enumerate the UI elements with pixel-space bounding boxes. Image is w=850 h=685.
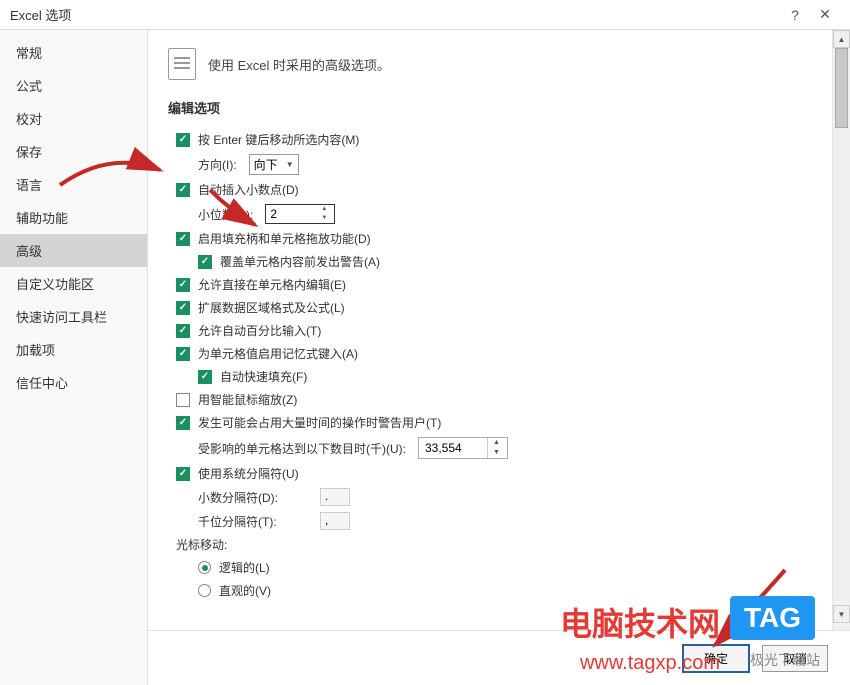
label-system-separators: 使用系统分隔符(U) bbox=[198, 465, 299, 482]
label-overwrite-warning: 覆盖单元格内容前发出警告(A) bbox=[220, 253, 380, 270]
ok-button[interactable]: 确定 bbox=[682, 644, 750, 673]
dropdown-direction[interactable]: 向下 ▼ bbox=[249, 154, 299, 175]
spinner-down-icon[interactable]: ▼ bbox=[316, 214, 332, 223]
sidebar-item-formulas[interactable]: 公式 bbox=[0, 69, 147, 102]
label-cursor-movement: 光标移动: bbox=[176, 536, 227, 553]
sidebar-item-customize-ribbon[interactable]: 自定义功能区 bbox=[0, 267, 147, 300]
checkbox-overwrite-warning[interactable] bbox=[198, 255, 212, 269]
window-title: Excel 选项 bbox=[10, 5, 780, 24]
sidebar-item-quick-access[interactable]: 快速访问工具栏 bbox=[0, 300, 147, 333]
radio-visual[interactable] bbox=[198, 584, 211, 597]
label-autocomplete: 为单元格值启用记忆式键入(A) bbox=[198, 345, 358, 362]
checkbox-extend-range[interactable] bbox=[176, 301, 190, 315]
label-auto-decimal: 自动插入小数点(D) bbox=[198, 181, 299, 198]
section-title-editing: 编辑选项 bbox=[168, 98, 804, 117]
checkbox-auto-percent[interactable] bbox=[176, 324, 190, 338]
label-extend-range: 扩展数据区域格式及公式(L) bbox=[198, 299, 345, 316]
cancel-button[interactable]: 取消 bbox=[762, 645, 828, 672]
checkbox-autocomplete[interactable] bbox=[176, 347, 190, 361]
label-fill-handle: 启用填充柄和单元格拖放功能(D) bbox=[198, 230, 371, 247]
chevron-down-icon: ▼ bbox=[286, 160, 294, 169]
label-affected-cells: 受影响的单元格达到以下数目时(千)(U): bbox=[198, 440, 406, 457]
checkbox-auto-decimal[interactable] bbox=[176, 183, 190, 197]
scroll-thumb[interactable] bbox=[835, 48, 848, 128]
label-edit-in-cell: 允许直接在单元格内编辑(E) bbox=[198, 276, 346, 293]
spinner-decimal-places[interactable]: ▲ ▼ bbox=[265, 204, 335, 224]
label-thousand-sep: 千位分隔符(T): bbox=[198, 513, 308, 530]
spinner-affected-cells[interactable]: ▲ ▼ bbox=[418, 437, 508, 459]
label-direction: 方向(I): bbox=[198, 156, 237, 173]
label-auto-percent: 允许自动百分比输入(T) bbox=[198, 322, 321, 339]
spinner-up-icon[interactable]: ▲ bbox=[316, 205, 332, 214]
input-thousand-sep: , bbox=[320, 512, 350, 530]
sidebar-item-accessibility[interactable]: 辅助功能 bbox=[0, 201, 147, 234]
sidebar-item-trust-center[interactable]: 信任中心 bbox=[0, 366, 147, 399]
vertical-scrollbar[interactable]: ▲ ▼ bbox=[832, 30, 850, 685]
sidebar-item-addins[interactable]: 加载项 bbox=[0, 333, 147, 366]
sidebar-item-general[interactable]: 常规 bbox=[0, 36, 147, 69]
radio-logical[interactable] bbox=[198, 561, 211, 574]
input-decimal-sep: . bbox=[320, 488, 350, 506]
page-header-text: 使用 Excel 时采用的高级选项。 bbox=[208, 55, 390, 74]
label-enter-move: 按 Enter 键后移动所选内容(M) bbox=[198, 131, 359, 148]
label-decimal-places: 小位数(P): bbox=[198, 206, 253, 223]
close-button[interactable]: ✕ bbox=[810, 6, 840, 23]
content-panel: 使用 Excel 时采用的高级选项。 编辑选项 按 Enter 键后移动所选内容… bbox=[148, 30, 832, 685]
label-logical: 逻辑的(L) bbox=[219, 559, 270, 576]
scroll-up-icon[interactable]: ▲ bbox=[833, 30, 850, 48]
checkbox-flash-fill[interactable] bbox=[198, 370, 212, 384]
label-long-op-warning: 发生可能会占用大量时间的操作时警告用户(T) bbox=[198, 414, 441, 431]
scroll-down-icon[interactable]: ▼ bbox=[833, 605, 850, 623]
spinner-affected-cells-input[interactable] bbox=[419, 438, 487, 458]
checkbox-enter-move[interactable] bbox=[176, 133, 190, 147]
label-decimal-sep: 小数分隔符(D): bbox=[198, 489, 308, 506]
label-flash-fill: 自动快速填充(F) bbox=[220, 368, 307, 385]
spinner-up-icon[interactable]: ▲ bbox=[488, 438, 505, 448]
help-button[interactable]: ? bbox=[780, 7, 810, 23]
spinner-decimal-places-input[interactable] bbox=[266, 205, 316, 223]
checkbox-long-op-warning[interactable] bbox=[176, 416, 190, 430]
spinner-down-icon[interactable]: ▼ bbox=[488, 448, 505, 458]
label-intellimouse: 用智能鼠标缩放(Z) bbox=[198, 391, 297, 408]
dropdown-direction-value: 向下 bbox=[254, 156, 280, 173]
label-visual: 直观的(V) bbox=[219, 582, 271, 599]
checkbox-intellimouse[interactable] bbox=[176, 393, 190, 407]
scroll-track[interactable] bbox=[833, 48, 850, 667]
checkbox-system-separators[interactable] bbox=[176, 467, 190, 481]
checkbox-edit-in-cell[interactable] bbox=[176, 278, 190, 292]
sidebar-item-language[interactable]: 语言 bbox=[0, 168, 147, 201]
sidebar-item-advanced[interactable]: 高级 bbox=[0, 234, 147, 267]
checkbox-fill-handle[interactable] bbox=[176, 232, 190, 246]
sidebar: 常规 公式 校对 保存 语言 辅助功能 高级 自定义功能区 快速访问工具栏 加载… bbox=[0, 30, 148, 685]
sidebar-item-save[interactable]: 保存 bbox=[0, 135, 147, 168]
document-icon bbox=[168, 48, 196, 80]
sidebar-item-proofing[interactable]: 校对 bbox=[0, 102, 147, 135]
